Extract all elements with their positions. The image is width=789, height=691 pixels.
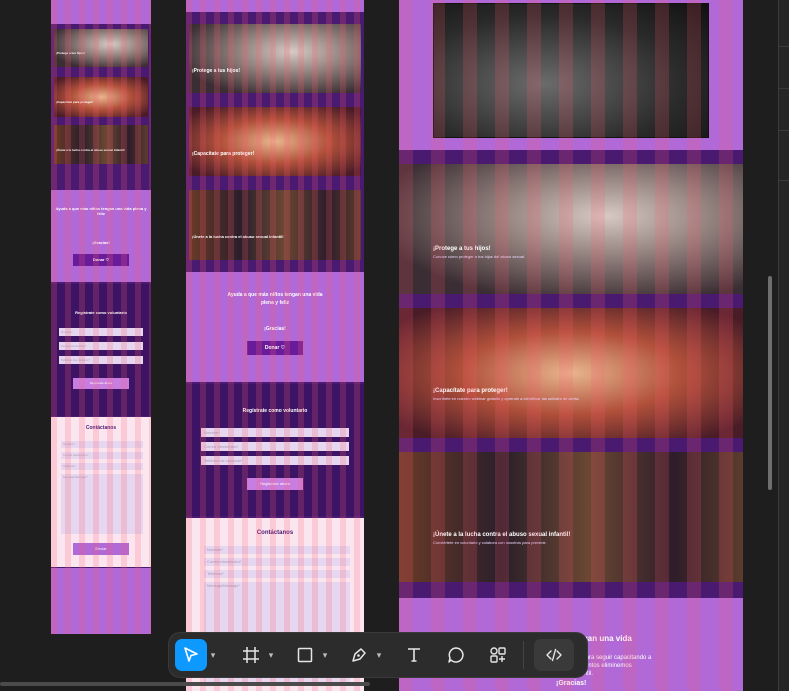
tablet-contact-phone-field[interactable]: Teléfono*: [204, 570, 350, 578]
mobile-contact-heading: Contáctanos: [85, 425, 117, 431]
horizontal-scrollbar[interactable]: [0, 682, 370, 686]
mobile-donate-button[interactable]: Donar ♡: [73, 254, 129, 266]
desktop-hero-1-title: ¡Protege a tus hijos!: [433, 246, 491, 252]
vertical-scrollbar[interactable]: [768, 276, 772, 490]
toolbar-divider: [523, 641, 524, 669]
tablet-hero-2-title: ¡Capacítate para proteger!: [192, 151, 255, 157]
code-icon: [546, 648, 562, 662]
mobile-donate-heading: Ayuda a que más niños tengan una vida pl…: [55, 206, 147, 216]
tablet-donate-thanks: ¡Gracias!: [264, 326, 286, 332]
desktop-donate-thanks: ¡Gracias!: [556, 680, 587, 687]
desktop-hero-2-subtitle: Inscríbete en nuestro webinar gratuito y…: [433, 396, 580, 401]
tablet-frame[interactable]: ¡Protege a tus hijos! ¡Capacítate para p…: [186, 0, 364, 691]
shape-tool-chevron-down-icon[interactable]: ▾: [319, 639, 331, 671]
tablet-hero-3-image: [189, 190, 361, 260]
tablet-contact-heading: Contáctanos: [256, 530, 294, 536]
dev-mode-toggle[interactable]: [534, 639, 574, 671]
mobile-volunteer-name-field[interactable]: Nombre*: [59, 328, 143, 336]
tablet-donate-heading-1: Ayuda a que más niños tengan una vida: [227, 292, 323, 298]
desktop-hero-1-image: [399, 164, 743, 294]
desktop-frame[interactable]: ¡Protege a tus hijos! Conoce cómo proteg…: [399, 0, 743, 691]
mobile-hero-1-image: [54, 29, 148, 67]
desktop-sleep-image: [433, 3, 709, 138]
mobile-donate-section: Ayuda a que más niños tengan una vida pl…: [51, 190, 151, 282]
tablet-hero-2-image: [189, 107, 361, 176]
frame-tool-button[interactable]: [237, 639, 265, 671]
tablet-header: [186, 0, 364, 12]
tablet-donate-section: Ayuda a que más niños tengan una vida pl…: [186, 272, 364, 382]
mobile-donate-thanks: ¡Gracias!: [92, 240, 110, 245]
mobile-hero-2-image: [54, 77, 148, 117]
design-canvas[interactable]: ¡Protege a tus hijos! ¡Capacítate para p…: [0, 0, 789, 691]
tablet-hero-1-title: ¡Protege a tus hijos!: [192, 68, 241, 74]
frame-tool-chevron-down-icon[interactable]: ▾: [265, 639, 277, 671]
actions-tool-button[interactable]: [483, 639, 513, 671]
mobile-hero-3-title: ¡Únete a la lucha contra el abuso sexual…: [56, 148, 125, 152]
desktop-hero-1-subtitle: Conoce cómo proteger a tus hijos del abu…: [433, 254, 526, 259]
mobile-contact-phone-field[interactable]: Teléfono*: [61, 463, 143, 470]
pen-tool-chevron-down-icon[interactable]: ▾: [373, 639, 385, 671]
mobile-frame[interactable]: ¡Protege a tus hijos! ¡Capacítate para p…: [51, 0, 151, 634]
move-tool-chevron-down-icon[interactable]: ▾: [207, 639, 219, 671]
desktop-hero-2-title: ¡Capacítate para proteger!: [433, 388, 508, 394]
cursor-icon: [184, 647, 198, 662]
mobile-volunteer-phone-field[interactable]: Teléfono de contacto*: [59, 356, 143, 364]
tablet-contact-email-field[interactable]: Correo electrónico*: [204, 558, 350, 566]
shape-tool-button[interactable]: [291, 639, 319, 671]
mobile-volunteer-heading: Regístrate como voluntario: [75, 310, 127, 315]
tablet-donate-button[interactable]: Donar ♡: [247, 341, 303, 355]
tablet-donate-heading-2: plena y feliz: [260, 300, 290, 306]
rectangle-icon: [297, 647, 313, 663]
desktop-hero-2-image: [399, 308, 743, 438]
desktop-top-section: [399, 0, 743, 150]
tablet-contact-name-field[interactable]: Nombre*: [204, 546, 350, 554]
text-icon: [408, 648, 420, 662]
comment-icon: [448, 647, 464, 663]
desktop-hero-3-subtitle: Conviértete en voluntario y colabora con…: [433, 540, 547, 545]
tablet-volunteer-button[interactable]: Regístrate ahora: [247, 478, 303, 490]
desktop-hero-3-image: [399, 452, 743, 582]
tablet-volunteer-name-field[interactable]: Nombre*: [201, 428, 349, 437]
mobile-hero-3-image: [54, 125, 148, 164]
mobile-volunteer-email-field[interactable]: Correo electrónico*: [59, 342, 143, 350]
mobile-contact-button[interactable]: Enviar: [73, 543, 129, 555]
mobile-contact-email-field[interactable]: Correo electrónico*: [61, 452, 143, 459]
mobile-volunteer-button[interactable]: Regístrate ahora: [73, 378, 129, 389]
mobile-hero-1-title: ¡Protege a tus hijos!: [56, 51, 85, 55]
mobile-hero-2-title: ¡Capacítate para proteger!: [56, 100, 94, 104]
pen-icon: [352, 648, 366, 662]
mobile-contact-message-field[interactable]: Mensaje/Mensaje*: [61, 474, 143, 534]
mobile-footer: [51, 568, 151, 634]
mobile-contact-name-field[interactable]: Nombre*: [61, 441, 143, 448]
tablet-hero-3-title: ¡Únete a la lucha contra el abuso sexual…: [192, 234, 284, 239]
bottom-toolbar: ▾ ▾ ▾ ▾: [168, 632, 588, 678]
mobile-contact-section: Contáctanos Nombre* Correo electrónico* …: [51, 417, 151, 567]
tablet-volunteer-email-field[interactable]: Correo electrónico*: [201, 442, 349, 451]
pen-tool-button[interactable]: [345, 639, 373, 671]
tablet-hero-1-image: [189, 24, 361, 93]
mobile-header: [51, 0, 151, 24]
properties-panel-edge: [778, 0, 789, 691]
comment-tool-button[interactable]: [441, 639, 471, 671]
tablet-volunteer-phone-field[interactable]: Teléfono de contacto*: [201, 456, 349, 465]
tablet-volunteer-section: Regístrate como voluntario Nombre* Corre…: [186, 384, 364, 516]
tablet-volunteer-heading: Regístrate como voluntario: [242, 408, 308, 414]
mobile-volunteer-section: Regístrate como voluntario Nombre* Corre…: [51, 284, 151, 416]
frame-icon: [243, 647, 259, 663]
text-tool-button[interactable]: [399, 639, 429, 671]
desktop-hero-3-title: ¡Únete a la lucha contra el abuso sexual…: [433, 532, 571, 538]
move-tool-button[interactable]: [175, 639, 207, 671]
actions-icon: [490, 647, 506, 663]
